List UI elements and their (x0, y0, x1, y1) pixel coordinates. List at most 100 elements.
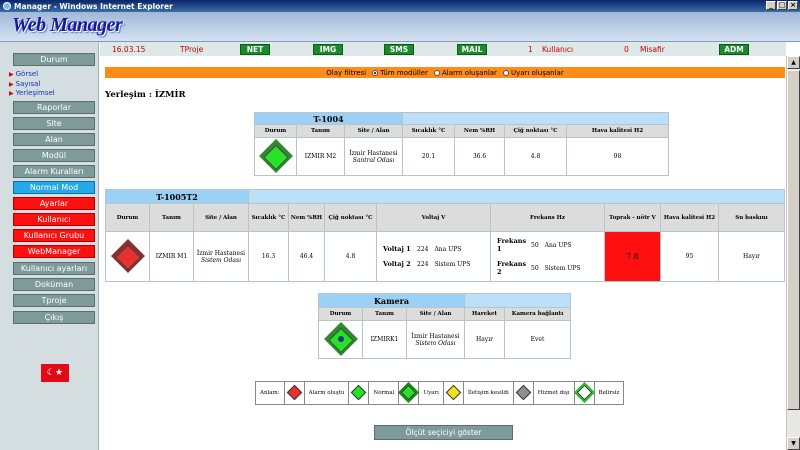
legend-swatch (442, 381, 464, 405)
date-text: 16.03.15 (112, 45, 146, 54)
minimize-button[interactable]: _ (766, 1, 776, 10)
status-bar: 16.03.15 TProje NET IMG SMS MAIL 1 Kulla… (100, 42, 786, 56)
device-title: T-1005T2 (105, 189, 249, 204)
humidity-value: 46.4 (288, 231, 325, 282)
frequency-1-label: Frekans 1 (497, 237, 527, 253)
col-header: Site / Alan (344, 124, 403, 138)
filter-label: Olay filtresi (326, 68, 367, 77)
filter-option-label: Tüm modüller (380, 68, 428, 77)
status-cell[interactable] (254, 137, 297, 176)
col-header: Durum (318, 307, 363, 321)
col-header: Hava kalitesi H2 (660, 203, 719, 232)
sidebar-item-kullanici[interactable]: Kullanıcı (13, 213, 95, 226)
sidebar-item-raporlar[interactable]: Raporlar (13, 101, 95, 114)
camera-status-icon[interactable] (323, 321, 358, 356)
sidebar-durum[interactable]: Durum (13, 53, 95, 66)
sidebar-item-normal-mod[interactable]: Normal Mod (13, 181, 95, 194)
legend-label: Hizmet dışı (532, 381, 575, 405)
net-button[interactable]: NET (240, 44, 270, 55)
col-header: Voltaj V (376, 203, 491, 232)
mail-button[interactable]: MAIL (457, 44, 487, 55)
area-text: Sistem Odası (415, 339, 456, 347)
user-count: 1 (528, 45, 533, 54)
ground-neutral-alarm-value: 7.8 (604, 231, 661, 282)
scroll-down-icon[interactable]: ▼ (787, 437, 800, 450)
radio-icon[interactable] (372, 69, 379, 76)
sidebar-item-ayarlar[interactable]: Ayarlar (13, 197, 95, 210)
sidebar-item-alarm-kurallari[interactable]: Alarm Kuralları (13, 165, 95, 178)
sidebar-item-kullanici-ayarlari[interactable]: Kullanıcı ayarları (13, 262, 95, 275)
voltage-1-label: Voltaj 1 (383, 245, 411, 253)
air-quality-value: 98 (566, 137, 669, 176)
device-name: IZMIR M1 (149, 231, 194, 282)
sidebar-item-webmanager[interactable]: WebManager (13, 245, 95, 258)
filter-warnings[interactable]: Uyarı oluşanlar (502, 69, 564, 77)
filter-alarms[interactable]: Alarm oluşanlar (433, 69, 497, 77)
sidebar-item-cikis[interactable]: Çıkış (13, 311, 95, 324)
device-title-filler (402, 112, 669, 125)
legend-swatch (348, 381, 370, 405)
sidebar-sublink-sayisal[interactable]: ▶ Sayısal (9, 80, 40, 89)
sidebar-sublink-gorsel[interactable]: ▶ Görsel (9, 70, 38, 79)
sms-button[interactable]: SMS (384, 44, 414, 55)
area-text: Santral Odası (352, 156, 395, 164)
guest-label: Misafir (640, 45, 665, 54)
status-cell[interactable] (105, 231, 150, 282)
vertical-scrollbar[interactable]: ▲ ▼ (786, 56, 800, 450)
legend-swatch (283, 381, 305, 405)
frequency-2-source: Sistem UPS (544, 264, 581, 272)
site-text: İzmir Hastanesi (411, 332, 460, 340)
status-normal-icon[interactable] (258, 138, 293, 173)
col-header: Tanım (296, 124, 345, 138)
flood-value: Hayır (718, 231, 785, 282)
arrow-icon: ▶ (9, 90, 14, 97)
filter-all-modules[interactable]: Tüm modüller (372, 69, 428, 77)
sidebar-item-modul[interactable]: Modül (13, 149, 95, 162)
radio-icon[interactable] (433, 69, 440, 76)
device-title-filler (464, 293, 571, 308)
scroll-up-icon[interactable]: ▲ (787, 56, 800, 69)
sidebar-item-site[interactable]: Site (13, 117, 95, 130)
motion-value: Hayır (464, 320, 505, 359)
sidebar-item-kullanici-grubu[interactable]: Kullanıcı Grubu (13, 229, 95, 242)
maximize-button[interactable]: □ (777, 1, 787, 10)
col-header: Durum (105, 203, 150, 232)
voltage-2-label: Voltaj 2 (383, 260, 411, 268)
device-name: IZMIRK1 (362, 320, 407, 359)
col-header: Nem %RH (288, 203, 325, 232)
guest-count: 0 (624, 45, 629, 54)
event-filter-bar: Olay filtresi Tüm modüller Alarm oluşanl… (105, 67, 785, 78)
close-button[interactable]: × (788, 1, 798, 10)
col-header: Site / Alan (193, 203, 249, 232)
status-alarm-icon[interactable] (110, 238, 145, 273)
turkish-flag-icon[interactable]: ☾★ (41, 364, 69, 382)
frequency-1-value: 50 (531, 241, 539, 249)
legend-label: Alarm oluştu (303, 381, 350, 405)
sidebar-item-dokuman[interactable]: Doküman (13, 278, 95, 291)
sidebar-item-alan[interactable]: Alan (13, 133, 95, 146)
voltage-1-source: Ana UPS (434, 245, 462, 253)
scroll-thumb[interactable] (787, 70, 800, 410)
voltage-2-source: Sistem UPS (434, 260, 471, 268)
col-header: Sıcaklık °C (248, 203, 289, 232)
col-header: Kamera bağlantı (504, 307, 571, 321)
col-header: Çiğ noktası °C (504, 124, 567, 138)
radio-icon[interactable] (502, 69, 509, 76)
sidebar-sublink-yerlesimsel[interactable]: ▶ Yerleşimsel (9, 89, 55, 98)
adm-button[interactable]: ADM (719, 44, 749, 55)
device-table-t1004: T-1004 Durum Tanım Site / Alan Sıcaklık … (254, 112, 669, 176)
show-criteria-button[interactable]: Ölçüt seçiciyi göster (374, 425, 513, 440)
temperature-value: 16.3 (248, 231, 289, 282)
humidity-value: 36.6 (454, 137, 505, 176)
col-header: Hareket (464, 307, 505, 321)
status-cell[interactable] (318, 320, 363, 359)
window-title: Manager - Windows Internet Explorer (14, 1, 173, 11)
app-header: Web Manager (0, 12, 800, 42)
voltage-1-value: 224 (417, 245, 429, 253)
frequency-2-label: Frekans 2 (497, 260, 527, 276)
img-button[interactable]: IMG (313, 44, 343, 55)
dewpoint-value: 4.8 (504, 137, 567, 176)
sidebar-item-tproje[interactable]: Tproje (13, 294, 95, 307)
legend-swatch (573, 381, 595, 405)
ie-icon (3, 2, 11, 10)
